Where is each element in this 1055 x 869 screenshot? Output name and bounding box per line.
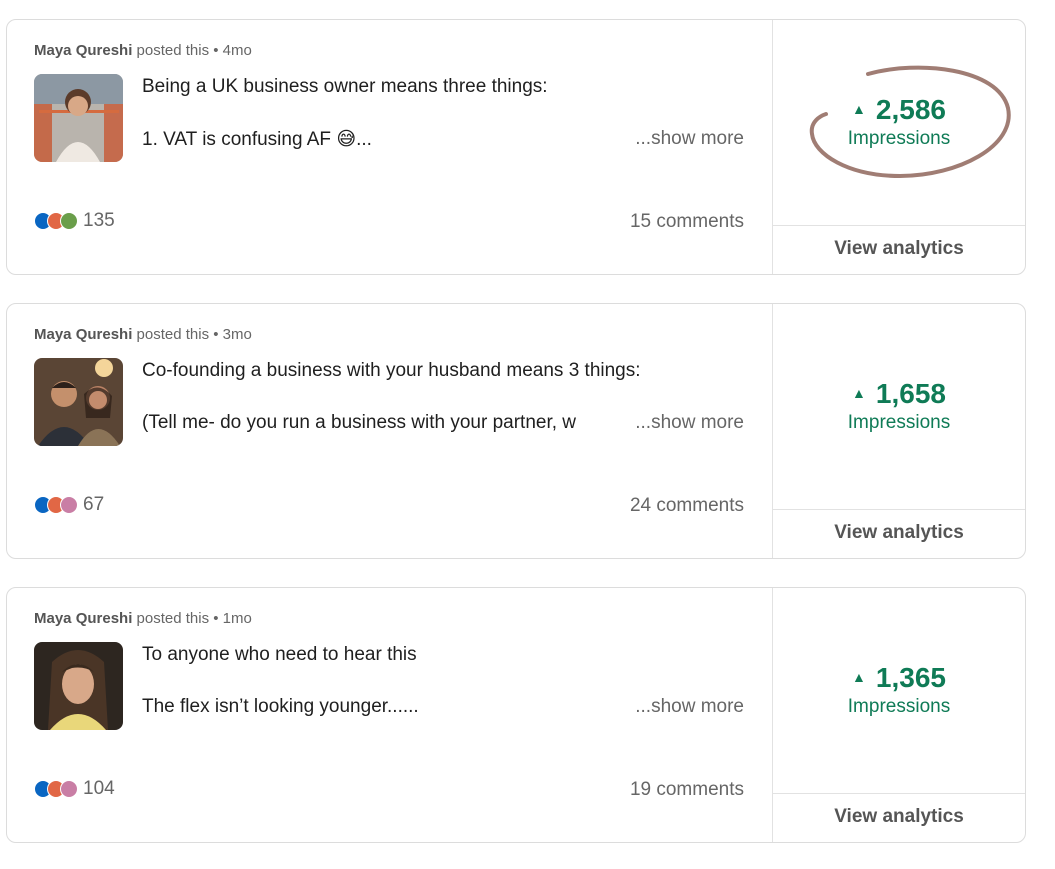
post-text-line1: Co-founding a business with your husband… — [142, 360, 641, 381]
post-header: Maya Qureshi posted this • 1mo — [34, 610, 252, 627]
impressions-value: 2,586 — [875, 94, 946, 125]
post-header: Maya Qureshi posted this • 3mo — [34, 326, 252, 343]
post-content: Maya Qureshi posted this • 3mo Co-foundi… — [7, 304, 772, 558]
impressions-label: Impressions — [847, 128, 951, 149]
author-name[interactable]: Maya Qureshi — [34, 42, 132, 59]
post-content: Maya Qureshi posted this • 4mo Being a U… — [7, 20, 772, 274]
divider — [773, 225, 1025, 226]
post-thumbnail[interactable] — [34, 358, 123, 446]
impressions-panel: ▲ 1,658 Impressions View analytics — [772, 304, 1025, 558]
trend-up-icon: ▲ — [852, 384, 866, 401]
post-text-line1: Being a UK business owner means three th… — [142, 76, 548, 97]
view-analytics-button[interactable]: View analytics — [773, 806, 1025, 828]
post-text-line2: The flex isn’t looking younger...... — [142, 696, 419, 717]
author-name[interactable]: Maya Qureshi — [34, 326, 132, 343]
post-meta: posted this • 3mo — [132, 326, 252, 343]
impressions-value: 1,365 — [875, 662, 946, 693]
divider — [773, 793, 1025, 794]
impressions-block: ▲ 1,658 Impressions — [773, 378, 1025, 434]
post-thumbnail[interactable] — [34, 642, 123, 730]
post-meta: posted this • 4mo — [132, 42, 252, 59]
impressions-panel: ▲ 1,365 Impressions View analytics — [772, 588, 1025, 842]
show-more-link[interactable]: ...show more — [629, 412, 744, 434]
author-name[interactable]: Maya Qureshi — [34, 610, 132, 627]
post-card: Maya Qureshi posted this • 3mo Co-foundi… — [6, 303, 1026, 559]
impressions-block: ▲ 2,586 Impressions — [773, 94, 1025, 150]
impressions-block: ▲ 1,365 Impressions — [773, 662, 1025, 718]
divider — [773, 509, 1025, 510]
reactions[interactable]: 135 — [34, 210, 115, 232]
comments-count[interactable]: 19 comments — [630, 779, 744, 801]
post-text-line2: 1. VAT is confusing AF 😅... — [142, 129, 372, 150]
post-card: Maya Qureshi posted this • 4mo Being a U… — [6, 19, 1026, 275]
post-text-line1: To anyone who need to hear this — [142, 644, 417, 665]
post-text-line2: (Tell me- do you run a business with you… — [142, 412, 577, 433]
show-more-link[interactable]: ...show more — [629, 128, 744, 150]
show-more-link[interactable]: ...show more — [629, 696, 744, 718]
impressions-panel: ▲ 2,586 Impressions View analytics — [772, 20, 1025, 274]
post-card: Maya Qureshi posted this • 1mo To anyone… — [6, 587, 1026, 843]
reactions-count: 135 — [83, 210, 115, 231]
love-icon — [60, 780, 78, 798]
impressions-label: Impressions — [847, 696, 951, 717]
post-header: Maya Qureshi posted this • 4mo — [34, 42, 252, 59]
view-analytics-button[interactable]: View analytics — [773, 522, 1025, 544]
reactions[interactable]: 67 — [34, 494, 104, 516]
view-analytics-button[interactable]: View analytics — [773, 238, 1025, 260]
comments-count[interactable]: 15 comments — [630, 211, 744, 233]
post-content: Maya Qureshi posted this • 1mo To anyone… — [7, 588, 772, 842]
post-meta: posted this • 1mo — [132, 610, 252, 627]
impressions-label: Impressions — [847, 412, 951, 433]
reactions[interactable]: 104 — [34, 778, 115, 800]
post-thumbnail[interactable] — [34, 74, 123, 162]
impressions-value: 1,658 — [875, 378, 946, 409]
trend-up-icon: ▲ — [852, 100, 866, 117]
comments-count[interactable]: 24 comments — [630, 495, 744, 517]
trend-up-icon: ▲ — [852, 668, 866, 685]
love-icon — [60, 496, 78, 514]
reactions-count: 104 — [83, 778, 115, 799]
support-icon — [60, 212, 78, 230]
reactions-count: 67 — [83, 494, 105, 515]
